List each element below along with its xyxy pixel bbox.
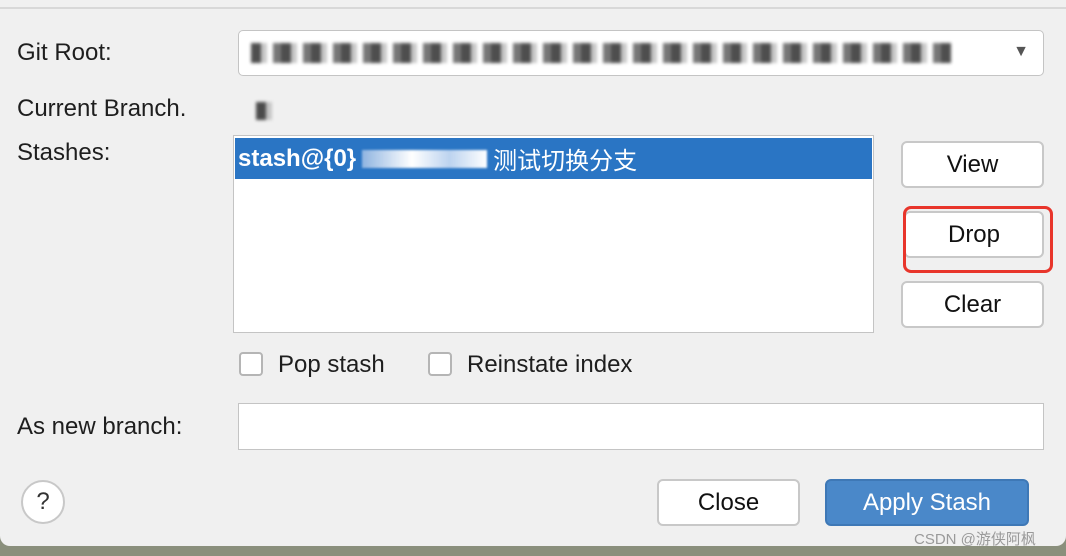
- pop-stash-checkbox[interactable]: [239, 352, 263, 376]
- redacted-branch: [256, 102, 272, 120]
- git-root-label: Git Root:: [17, 39, 112, 66]
- highlight-annotation: [903, 206, 1053, 273]
- stash-list-item[interactable]: stash@{0} 测试切换分支: [235, 138, 872, 179]
- stash-message: 测试切换分支: [493, 148, 638, 175]
- clear-button[interactable]: Clear: [901, 281, 1044, 328]
- stash-list[interactable]: stash@{0} 测试切换分支: [233, 135, 874, 333]
- unstash-dialog: Git Root: ▼ Current Branch. Stashes: sta…: [0, 0, 1066, 548]
- apply-stash-button[interactable]: Apply Stash: [825, 479, 1029, 526]
- git-root-dropdown[interactable]: ▼: [238, 30, 1044, 76]
- view-button[interactable]: View: [901, 141, 1044, 188]
- stashes-label: Stashes:: [17, 139, 111, 166]
- current-branch-label: Current Branch.: [17, 95, 187, 122]
- help-icon[interactable]: ?: [21, 480, 65, 524]
- redacted-path: [251, 43, 951, 63]
- divider: [0, 7, 1066, 9]
- chevron-down-icon: ▼: [1013, 43, 1029, 60]
- new-branch-label: As new branch:: [17, 413, 183, 440]
- redacted-text: [362, 149, 488, 168]
- close-button[interactable]: Close: [657, 479, 800, 526]
- new-branch-input[interactable]: [238, 403, 1044, 450]
- pop-stash-label: Pop stash: [278, 351, 385, 378]
- watermark: CSDN @游侠阿枫: [914, 531, 1036, 548]
- reinstate-index-label: Reinstate index: [467, 351, 633, 378]
- stash-ref: stash@{0}: [238, 144, 357, 172]
- reinstate-index-checkbox[interactable]: [428, 352, 452, 376]
